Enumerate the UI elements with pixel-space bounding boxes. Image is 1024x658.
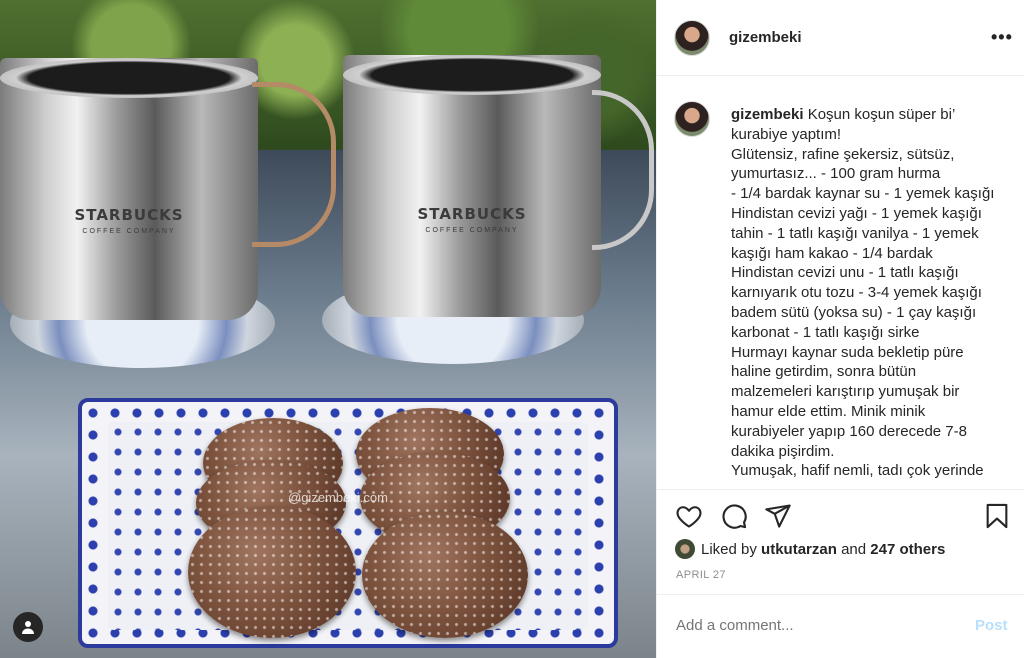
caption-line: Glütensiz, rafine şekersiz, sütsüz,	[731, 145, 955, 163]
left-mug-brand-sub: COFFEE COMPANY	[82, 228, 176, 235]
left-mug-handle	[252, 82, 336, 247]
right-mug: STARBUCKS COFFEE COMPANY	[343, 55, 601, 317]
caption-line: karbonat - 1 tatlı kaşığı sirke	[731, 323, 920, 341]
right-mug-rim	[343, 55, 601, 95]
bookmark-icon[interactable]	[983, 502, 1011, 530]
caption-line: karnıyarık otu tozu - 3-4 yemek kaşığı	[731, 284, 982, 302]
post-photo[interactable]: STARBUCKS COFFEE COMPANY STARBUCKS COFFE…	[0, 0, 656, 658]
post-comment-button[interactable]: Post	[975, 617, 1008, 634]
more-icon[interactable]: •••	[991, 28, 1013, 46]
caption-line: hamur elde ettim. Minik minik	[731, 402, 926, 420]
liker-username[interactable]: utkutarzan	[761, 541, 837, 558]
likes-summary: Liked by utkutarzan and 247 others	[675, 537, 945, 561]
action-bar	[657, 489, 1024, 535]
left-mug-brand: STARBUCKS	[74, 206, 184, 224]
author-username[interactable]: gizembeki	[729, 29, 802, 46]
user-tag-icon[interactable]	[13, 612, 43, 642]
liker-avatar[interactable]	[675, 539, 695, 559]
cookie	[188, 506, 356, 638]
caption-line: badem sütü (yoksa su) - 1 çay kaşığı	[731, 303, 977, 321]
caption-line: Hurmayı kaynar suda bekletip püre	[731, 343, 964, 361]
heart-icon[interactable]	[675, 502, 703, 530]
likes-and: and	[841, 540, 867, 558]
caption-line: Koşun koşun süper bi’	[807, 106, 956, 123]
likes-prefix: Liked by	[701, 540, 757, 558]
caption-line: Yumuşak, hafif nemli, tadı çok yerinde	[731, 462, 984, 480]
post-header: gizembeki •••	[657, 0, 1024, 76]
right-mug-brand-sub: COFFEE COMPANY	[425, 227, 519, 234]
post-date[interactable]: APRIL 27	[676, 569, 726, 581]
cookie	[362, 512, 528, 638]
cookie-tray	[78, 398, 618, 648]
caption-line: malzemeleri karıştırıp yumuşak bir	[731, 383, 960, 401]
left-mug-rim	[0, 58, 258, 98]
likes-others-link[interactable]: 247 others	[870, 541, 945, 558]
caption-line: Hindistan cevizi unu - 1 tatlı kaşığı	[731, 264, 959, 282]
post-sidebar: gizembeki ••• gizembeki Koşun koşun süpe…	[656, 0, 1024, 658]
post-caption: gizembeki Koşun koşun süper bi’ kurabiye…	[731, 105, 1013, 481]
caption-username[interactable]: gizembeki	[731, 106, 804, 123]
caption-line: tahin - 1 tatlı kaşığı vanilya - 1 yemek	[731, 224, 979, 242]
comment-bar: Post	[657, 594, 1024, 658]
user-silhouette-icon	[22, 621, 34, 634]
caption-line: kurabiye yaptım!	[731, 125, 842, 143]
right-mug-brand: STARBUCKS	[417, 205, 527, 223]
comment-input[interactable]	[676, 617, 956, 634]
caption-line: - 1/4 bardak kaynar su - 1 yemek kaşığı	[731, 185, 995, 203]
caption-line: yumurtasız... - 100 gram hurma	[731, 165, 941, 183]
comment-icon[interactable]	[720, 502, 748, 530]
caption-line: haline getirdim, sonra bütün	[731, 363, 917, 381]
photo-watermark: @gizembeki.com	[288, 490, 388, 505]
share-icon[interactable]	[764, 502, 792, 530]
caption-avatar[interactable]	[674, 101, 710, 137]
caption-line: kurabiyeler yapıp 160 derecede 7-8	[731, 422, 967, 440]
caption-line: kaşığı ham kakao - 1/4 bardak	[731, 244, 933, 262]
caption-area: gizembeki Koşun koşun süper bi’ kurabiye…	[657, 77, 1024, 489]
caption-line: Hindistan cevizi yağı - 1 yemek kaşığı	[731, 204, 982, 222]
caption-line: dakika pişirdim.	[731, 442, 835, 460]
left-mug: STARBUCKS COFFEE COMPANY	[0, 58, 258, 320]
author-avatar[interactable]	[674, 20, 710, 56]
